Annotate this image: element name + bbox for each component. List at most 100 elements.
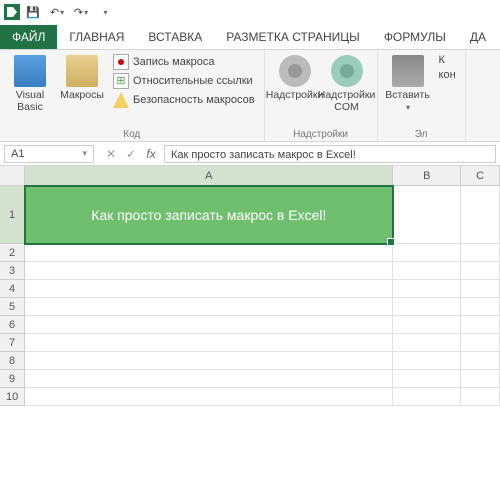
title-bar: 💾 ↶▾ ↷▾ ▾ xyxy=(0,0,500,24)
toolbox-icon xyxy=(392,55,424,87)
warning-icon xyxy=(113,92,129,108)
cell[interactable] xyxy=(25,370,393,388)
cell[interactable] xyxy=(461,352,500,370)
cell[interactable] xyxy=(25,388,393,406)
row-header[interactable]: 6 xyxy=(0,316,25,334)
worksheet: A B C 1Как просто записать макрос в Exce… xyxy=(0,166,500,406)
design-mode-button-2[interactable]: кон xyxy=(436,68,459,82)
row: 6 xyxy=(0,316,500,334)
cell[interactable] xyxy=(393,334,461,352)
cell[interactable] xyxy=(25,352,393,370)
fx-button[interactable]: fx xyxy=(142,147,160,161)
tab-page-layout[interactable]: РАЗМЕТКА СТРАНИЦЫ xyxy=(214,25,372,49)
tab-file[interactable]: ФАЙЛ xyxy=(0,25,57,49)
tab-home[interactable]: ГЛАВНАЯ xyxy=(57,25,136,49)
group-label-addins: Надстройки xyxy=(271,129,371,140)
com-addins-button[interactable]: Надстройки COM xyxy=(323,53,371,115)
group-addins: Надстройки Надстройки COM Надстройки xyxy=(265,50,378,141)
undo-button[interactable]: ↶▾ xyxy=(46,1,68,23)
row: 4 xyxy=(0,280,500,298)
name-box[interactable]: A1▾ xyxy=(4,145,94,163)
cancel-formula-button[interactable]: ✕ xyxy=(102,147,120,161)
cell[interactable] xyxy=(25,262,393,280)
cell[interactable] xyxy=(25,244,393,262)
row: 2 xyxy=(0,244,500,262)
cell[interactable] xyxy=(461,280,500,298)
cell[interactable] xyxy=(393,186,461,244)
cell[interactable] xyxy=(393,370,461,388)
row-header[interactable]: 10 xyxy=(0,388,25,406)
cell[interactable]: Как просто записать макрос в Excel! xyxy=(25,186,393,244)
column-header-b[interactable]: B xyxy=(393,166,461,186)
tab-data[interactable]: ДА xyxy=(458,25,498,49)
cell[interactable] xyxy=(461,316,500,334)
cell[interactable] xyxy=(25,298,393,316)
macro-security-button[interactable]: Безопасность макросов xyxy=(110,91,258,109)
formula-input[interactable]: Как просто записать макрос в Excel! xyxy=(164,145,496,163)
row-header[interactable]: 9 xyxy=(0,370,25,388)
cell[interactable] xyxy=(25,334,393,352)
ribbon-tabs: ФАЙЛ ГЛАВНАЯ ВСТАВКА РАЗМЕТКА СТРАНИЦЫ Ф… xyxy=(0,24,500,50)
row-header[interactable]: 2 xyxy=(0,244,25,262)
cell[interactable] xyxy=(393,262,461,280)
qat-customize-button[interactable]: ▾ xyxy=(94,1,116,23)
group-label-controls: Эл xyxy=(384,129,459,140)
excel-logo-icon xyxy=(4,4,20,20)
gear-icon xyxy=(331,55,363,87)
addins-button[interactable]: Надстройки xyxy=(271,53,319,103)
cell[interactable] xyxy=(25,316,393,334)
cell[interactable] xyxy=(393,298,461,316)
row-header[interactable]: 4 xyxy=(0,280,25,298)
group-code: Visual Basic Макросы Запись макроса Отно… xyxy=(0,50,265,141)
save-button[interactable]: 💾 xyxy=(22,1,44,23)
cell[interactable] xyxy=(461,388,500,406)
gear-icon xyxy=(279,55,311,87)
column-header-a[interactable]: A xyxy=(25,166,393,186)
chevron-down-icon: ▾ xyxy=(82,148,87,159)
row-header[interactable]: 3 xyxy=(0,262,25,280)
enter-formula-button[interactable]: ✓ xyxy=(122,147,140,161)
visual-basic-button[interactable]: Visual Basic xyxy=(6,53,54,115)
cell[interactable] xyxy=(25,280,393,298)
cell[interactable] xyxy=(461,298,500,316)
row-header[interactable]: 8 xyxy=(0,352,25,370)
cell[interactable] xyxy=(393,244,461,262)
ribbon: Visual Basic Макросы Запись макроса Отно… xyxy=(0,50,500,142)
row: 10 xyxy=(0,388,500,406)
row-header[interactable]: 7 xyxy=(0,334,25,352)
row-header[interactable]: 1 xyxy=(0,186,25,244)
cell[interactable] xyxy=(461,334,500,352)
cell[interactable] xyxy=(461,262,500,280)
record-macro-button[interactable]: Запись макроса xyxy=(110,53,258,71)
redo-button[interactable]: ↷▾ xyxy=(70,1,92,23)
row: 5 xyxy=(0,298,500,316)
design-mode-button[interactable]: К xyxy=(436,53,459,67)
row: 9 xyxy=(0,370,500,388)
cell[interactable] xyxy=(393,316,461,334)
column-header-c[interactable]: C xyxy=(461,166,500,186)
cell[interactable] xyxy=(461,370,500,388)
relative-refs-icon xyxy=(113,73,129,89)
row: 3 xyxy=(0,262,500,280)
visual-basic-icon xyxy=(14,55,46,87)
row: 8 xyxy=(0,352,500,370)
select-all-corner[interactable] xyxy=(0,166,25,186)
group-label-code: Код xyxy=(6,129,258,140)
cell[interactable] xyxy=(393,352,461,370)
row: 1Как просто записать макрос в Excel! xyxy=(0,186,500,244)
row-header[interactable]: 5 xyxy=(0,298,25,316)
formula-bar: A1▾ ✕ ✓ fx Как просто записать макрос в … xyxy=(0,142,500,166)
insert-control-button[interactable]: Вставить▾ xyxy=(384,53,432,115)
cell[interactable] xyxy=(461,244,500,262)
cell[interactable] xyxy=(461,186,500,244)
record-icon xyxy=(113,54,129,70)
tab-insert[interactable]: ВСТАВКА xyxy=(136,25,214,49)
group-controls: Вставить▾ К кон Эл xyxy=(378,50,466,141)
cell[interactable] xyxy=(393,280,461,298)
relative-refs-button[interactable]: Относительные ссылки xyxy=(110,72,258,90)
tab-formulas[interactable]: ФОРМУЛЫ xyxy=(372,25,458,49)
macros-button[interactable]: Макросы xyxy=(58,53,106,103)
row: 7 xyxy=(0,334,500,352)
cell[interactable] xyxy=(393,388,461,406)
macros-icon xyxy=(66,55,98,87)
